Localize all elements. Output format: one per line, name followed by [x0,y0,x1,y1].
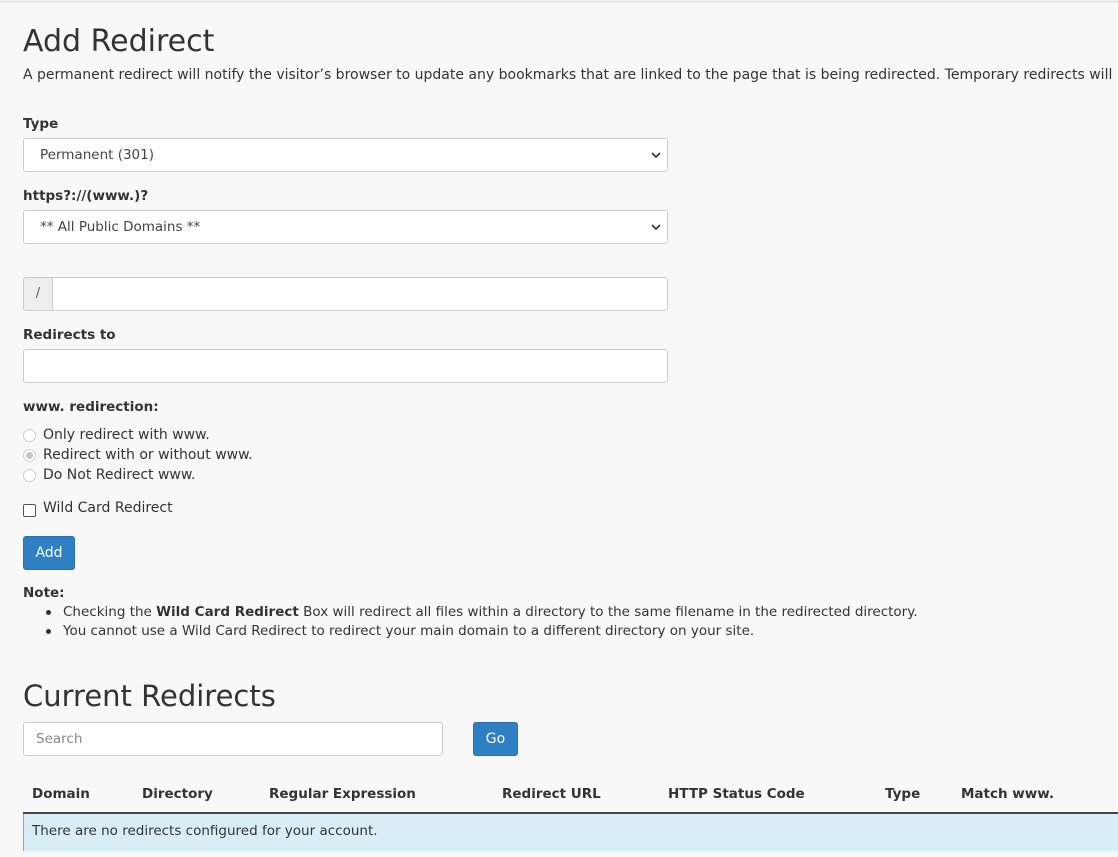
radio-button[interactable] [23,449,36,462]
note-item: You cannot use a Wild Card Redirect to r… [45,622,918,641]
add-button[interactable]: Add [23,536,75,570]
domain-select-value: ** All Public Domains ** [40,219,201,235]
section-title: Current Redirects [23,679,276,713]
column-header-type[interactable]: Type [885,786,920,802]
empty-table-message: There are no redirects configured for yo… [23,814,1118,851]
note-item: Checking the Wild Card Redirect Box will… [45,603,918,622]
radio-label: Only redirect with www. [43,427,210,443]
chevron-down-icon [651,224,661,231]
wildcard-label[interactable]: Wild Card Redirect [43,500,173,516]
path-input[interactable] [52,277,668,311]
domain-select[interactable]: ** All Public Domains ** [23,210,668,244]
type-label: Type [23,116,59,132]
page-title: Add Redirect [23,24,215,59]
radio-label: Do Not Redirect www. [43,467,196,483]
search-input[interactable]: Search [23,722,443,756]
go-button[interactable]: Go [473,722,518,756]
column-header-domain[interactable]: Domain [32,786,90,802]
column-header-regex[interactable]: Regular Expression [269,786,416,802]
www-redirection-label: www. redirection: [23,399,159,415]
column-header-directory[interactable]: Directory [142,786,213,802]
path-prefix: / [23,277,53,311]
note-text: You cannot use a Wild Card Redirect to r… [63,623,755,639]
redirects-to-label: Redirects to [23,327,116,343]
wildcard-checkbox[interactable] [23,504,36,517]
note-title: Note: [23,585,65,601]
top-border [0,0,1118,3]
domain-label: https?://(www.)? [23,188,149,204]
column-header-redirect-url[interactable]: Redirect URL [502,786,601,802]
note-text: Checking the [63,604,157,620]
redirect-description: A permanent redirect will notify the vis… [23,67,1118,83]
note-text: Box will redirect all files within a dir… [298,604,918,620]
note-list: Checking the Wild Card Redirect Box will… [45,603,918,641]
radio-button[interactable] [23,429,36,442]
radio-button[interactable] [23,469,36,482]
redirects-to-input[interactable] [23,349,668,383]
radio-label: Redirect with or without www. [43,447,253,463]
column-header-status-code[interactable]: HTTP Status Code [668,786,805,802]
note-bold-text: Wild Card Redirect [156,604,299,620]
path-input-group: / [23,277,668,311]
type-select[interactable]: Permanent (301) [23,138,668,172]
column-header-match-www[interactable]: Match www. [961,786,1054,802]
type-select-value: Permanent (301) [40,147,155,163]
chevron-down-icon [651,152,661,159]
